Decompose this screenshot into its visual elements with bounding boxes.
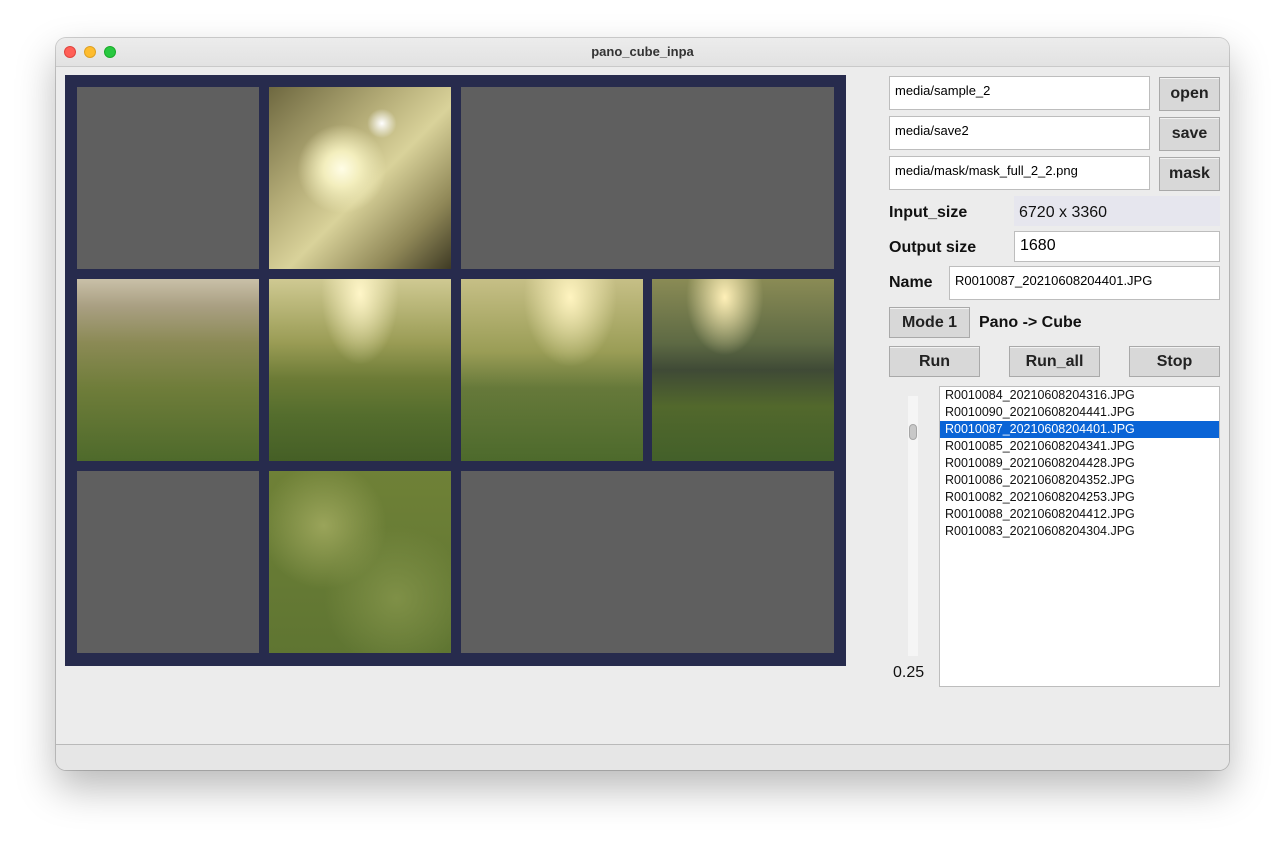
app-window: pano_cube_inpa media/sample_2 open media… (56, 38, 1229, 770)
mask-path-field[interactable]: media/mask/mask_full_2_2.png (889, 156, 1150, 190)
cube-face-top (269, 87, 451, 269)
file-list[interactable]: R0010084_20210608204316.JPG R0010090_202… (939, 386, 1220, 687)
cube-face-bottom (269, 471, 451, 653)
input-size-label: Input_size (889, 204, 968, 221)
stop-button[interactable]: Stop (1129, 346, 1220, 377)
run-all-button[interactable]: Run_all (1009, 346, 1100, 377)
cube-face-right (461, 279, 643, 461)
mask-button[interactable]: mask (1159, 157, 1220, 191)
name-field[interactable]: R0010087_20210608204401.JPG (949, 266, 1220, 300)
cube-empty-tile (461, 471, 834, 653)
input-size-value: 6720 x 3360 (1019, 204, 1108, 221)
cube-face-left (77, 279, 259, 461)
cube-preview-canvas[interactable] (65, 75, 846, 666)
cube-empty-tile (77, 471, 259, 653)
list-item[interactable]: R0010089_20210608204428.JPG (940, 455, 1219, 472)
list-item[interactable]: R0010085_20210608204341.JPG (940, 438, 1219, 455)
output-size-label: Output size (889, 239, 977, 256)
save-path-field[interactable]: media/save2 (889, 116, 1150, 150)
name-label: Name (889, 274, 933, 291)
cube-face-front (269, 279, 451, 461)
list-item-selected[interactable]: R0010087_20210608204401.JPG (940, 421, 1219, 438)
status-bar (56, 744, 1229, 770)
cube-empty-tile (77, 87, 259, 269)
input-path-field[interactable]: media/sample_2 (889, 76, 1150, 110)
title-bar: pano_cube_inpa (56, 38, 1229, 67)
save-button[interactable]: save (1159, 117, 1220, 151)
list-item[interactable]: R0010090_20210608204441.JPG (940, 404, 1219, 421)
list-item[interactable]: R0010084_20210608204316.JPG (940, 387, 1219, 404)
run-button[interactable]: Run (889, 346, 980, 377)
window-title: pano_cube_inpa (591, 44, 694, 59)
cube-empty-tile (461, 87, 834, 269)
list-item[interactable]: R0010088_20210608204412.JPG (940, 506, 1219, 523)
mode-description: Pano -> Cube (979, 314, 1082, 331)
list-item[interactable]: R0010083_20210608204304.JPG (940, 523, 1219, 540)
list-item[interactable]: R0010082_20210608204253.JPG (940, 489, 1219, 506)
open-button[interactable]: open (1159, 77, 1220, 111)
list-item[interactable]: R0010086_20210608204352.JPG (940, 472, 1219, 489)
slider-handle[interactable] (909, 424, 917, 440)
cube-face-back (652, 279, 834, 461)
slider-value: 0.25 (893, 664, 925, 681)
mode-button[interactable]: Mode 1 (889, 307, 970, 338)
output-size-input[interactable]: 1680 (1014, 231, 1220, 262)
